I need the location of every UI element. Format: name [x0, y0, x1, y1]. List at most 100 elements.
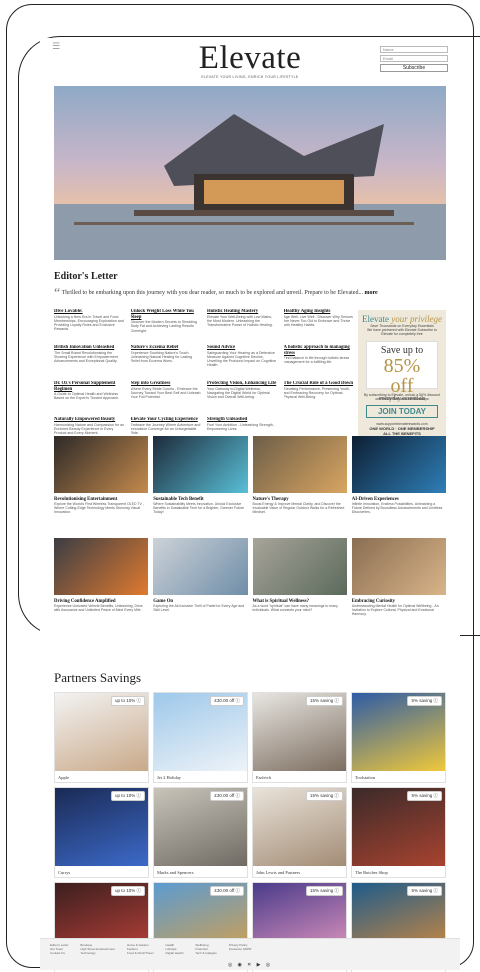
feature-card[interactable]: What is Spiritual Wellness? As a word "sp… [252, 538, 347, 616]
feature-row-1: Revolutionising Entertainment Explore the… [54, 436, 446, 514]
article-title[interactable]: The Crucial Role of a Good Down [284, 381, 355, 387]
article-desc: Fuel Your Ambition - Unleashing Strength… [207, 422, 274, 431]
article-desc: Harmonizing Nature and Compassion for an… [54, 422, 125, 435]
feature-image[interactable] [351, 538, 446, 595]
feature-image[interactable] [153, 436, 248, 493]
saving-badge[interactable]: £30.00 off ⓘ [210, 696, 244, 706]
partner-name[interactable]: Farfetch [256, 775, 271, 780]
article-title[interactable]: A holistic approach to managing stress [284, 345, 355, 356]
article-desc: Age Well, Live Well - Discover Why Senio… [283, 314, 353, 327]
feature-image[interactable] [153, 538, 248, 595]
article-item[interactable]: The Crucial Role of a Good Down Elevating… [284, 381, 355, 414]
promo-head-b: your privilege [391, 314, 442, 324]
feature-desc: Understanding Mental Health for Optimal … [351, 604, 439, 616]
feature-card[interactable]: Sustainable Tech Benefit Where Sustainabi… [153, 436, 248, 514]
feature-desc: Where Sustainability Meets Innovation. U… [153, 502, 245, 514]
feature-image[interactable] [252, 436, 347, 493]
device-frame: ☰ Elevate ELEVATE YOUR LIVING, ENRICH YO… [0, 0, 480, 972]
feature-card[interactable]: Game On Exploring the All-Inclusive Thril… [153, 538, 248, 616]
footer-link[interactable]: Contact Us [50, 951, 68, 955]
article-item[interactable]: Healthy Aging Insights Age Well, Live Wel… [284, 309, 355, 342]
saving-badge[interactable]: 5% saving ⓘ [407, 696, 442, 706]
saving-badge[interactable]: 15% saving ⓘ [305, 696, 343, 706]
partner-card[interactable]: £30.00 off ⓘ Marks and Spencers [153, 787, 248, 878]
feature-image[interactable] [54, 538, 149, 595]
article-title[interactable]: Unlock Weight Loss While You Sleep [131, 309, 202, 320]
subscribe-button[interactable]: Subscribe [380, 64, 448, 72]
feature-card[interactable]: Driving Confidence Amplified Experience U… [54, 538, 149, 616]
feature-image[interactable] [351, 436, 446, 493]
social-icons[interactable]: ◎ ◉ ✕ ▶ ◎ [40, 962, 460, 968]
name-field[interactable]: Name [380, 46, 448, 53]
promo-sub2: We have partnered with Elevate Subscribe… [367, 328, 437, 336]
join-today-button[interactable]: JOIN TODAY [366, 405, 438, 418]
article-desc: Your Gateway to Digital Wellness, Naviga… [207, 386, 270, 399]
footer-link[interactable]: Technology [80, 951, 115, 955]
saving-badge[interactable]: up to 10% ⓘ [110, 696, 145, 706]
partner-name[interactable]: The Butcher Shop [355, 870, 388, 875]
article-desc: Experience Soothing Nature's Touch. Unle… [130, 350, 193, 363]
partner-card[interactable]: 5% saving ⓘ Toolstation [351, 692, 446, 783]
article-desc: Unlocking a New Era in Travel and Food M… [54, 314, 124, 332]
email-field[interactable]: Email [380, 55, 448, 62]
footer-link[interactable]: Insurance GDPR [229, 947, 252, 951]
partner-card[interactable]: 15% saving ⓘ John Lewis and Partners [252, 787, 347, 878]
saving-badge[interactable]: £30.00 off ⓘ [210, 791, 244, 801]
article-item[interactable]: A holistic approach to managing stress Fi… [284, 345, 355, 378]
saving-badge[interactable]: 5% saving ⓘ [407, 791, 442, 801]
article-title[interactable]: British Innovation Unleashed [54, 345, 125, 351]
partner-card[interactable]: 15% saving ⓘ Farfetch [252, 692, 347, 783]
saving-badge[interactable]: 5% saving ⓘ [407, 886, 442, 896]
article-item[interactable]: Unlock Weight Loss While You Sleep Discov… [131, 309, 202, 342]
partners-title: Partners Savings [54, 670, 142, 685]
hero-image[interactable] [54, 86, 446, 260]
partner-card[interactable]: 5% saving ⓘ The Butcher Shop [351, 787, 446, 878]
article-item[interactable]: Protecting Vision, Enhancing Life Your Ga… [207, 381, 278, 414]
feature-card[interactable]: AI-Driven Experiences Infinite Innovation… [351, 436, 446, 514]
saving-badge[interactable]: 15% saving ⓘ [305, 791, 343, 801]
subscribe-box: Name Email Subscribe [380, 46, 448, 72]
footer-link[interactable]: Tech & Gadgets [195, 951, 216, 955]
article-item[interactable]: Holistic Healing Mastery Elevate Your Wel… [207, 309, 278, 342]
feature-desc: As a word "spiritual" can have many mean… [252, 604, 338, 612]
article-item[interactable]: Dr. Oz's Personal Supplement Regimen A Gu… [54, 381, 125, 414]
article-desc: Discover the Modern Secrets to Shedding … [130, 320, 198, 333]
partner-name[interactable]: Apple [58, 775, 69, 780]
feature-card[interactable]: Embracing Curiosity Understanding Mental … [351, 538, 446, 616]
partner-card[interactable]: up to 10% ⓘ Apple [54, 692, 149, 783]
feature-row-2: Driving Confidence Amplified Experience U… [54, 538, 446, 616]
article-title[interactable]: Naturally Empowered Beauty [54, 417, 125, 423]
article-item[interactable]: British Innovation Unleashed The Small Br… [54, 345, 125, 378]
article-item[interactable]: Step into Greatness Where Every Stride Co… [131, 381, 202, 414]
article-title[interactable]: Dr. Oz's Personal Supplement Regimen [54, 381, 125, 392]
partner-name[interactable]: Currys [58, 870, 70, 875]
saving-badge[interactable]: 15% saving ⓘ [305, 886, 343, 896]
saving-badge[interactable]: up to 10% ⓘ [110, 791, 145, 801]
partner-name[interactable]: Jet 2 Holiday [157, 775, 181, 780]
feature-desc: Infinite Innovation, Endless Possibiliti… [351, 502, 443, 514]
feature-image[interactable] [252, 538, 347, 595]
saving-badge[interactable]: up to 10% ⓘ [110, 886, 145, 896]
feature-image[interactable] [54, 436, 149, 493]
site-tagline: ELEVATE YOUR LIVING, ENRICH YOUR LIFESTY… [201, 75, 299, 79]
footer-column: Home & Garden Fashion Food & Drink/Travel [127, 943, 154, 955]
more-link[interactable]: more [364, 290, 377, 296]
partner-card[interactable]: up to 10% ⓘ Currys [54, 787, 149, 878]
feature-card[interactable]: Revolutionising Entertainment Explore the… [54, 436, 149, 514]
article-title[interactable]: Protecting Vision, Enhancing Life [207, 381, 278, 387]
article-item[interactable]: Sound Advice Safeguarding Your Hearing as… [207, 345, 278, 378]
partner-name[interactable]: Toolstation [355, 775, 375, 780]
article-item[interactable]: Dive Lovable: Unlocking a New Era in Trav… [54, 309, 125, 342]
partner-name[interactable]: John Lewis and Partners [256, 870, 300, 875]
article-title[interactable]: Elevate Your Cycling Experience [131, 417, 202, 423]
feature-desc: Boost Energy & Improve Mental Clarity, a… [252, 502, 345, 514]
partner-name[interactable]: Marks and Spencers [157, 870, 194, 875]
footer-link[interactable]: Food & Drink/Travel [127, 951, 154, 955]
partner-card[interactable]: £30.00 off ⓘ Jet 2 Holiday [153, 692, 248, 783]
feature-card[interactable]: Nature's Therapy Boost Energy & Improve M… [252, 436, 347, 514]
article-item[interactable]: Nature's Eczema Relief Experience Soothin… [131, 345, 202, 378]
article-desc: Find balance in life through holistic st… [283, 356, 350, 365]
page: ☰ Elevate ELEVATE YOUR LIVING, ENRICH YO… [40, 38, 460, 972]
footer-link[interactable]: Digital Health [166, 951, 184, 955]
saving-badge[interactable]: £30.00 off ⓘ [210, 886, 244, 896]
